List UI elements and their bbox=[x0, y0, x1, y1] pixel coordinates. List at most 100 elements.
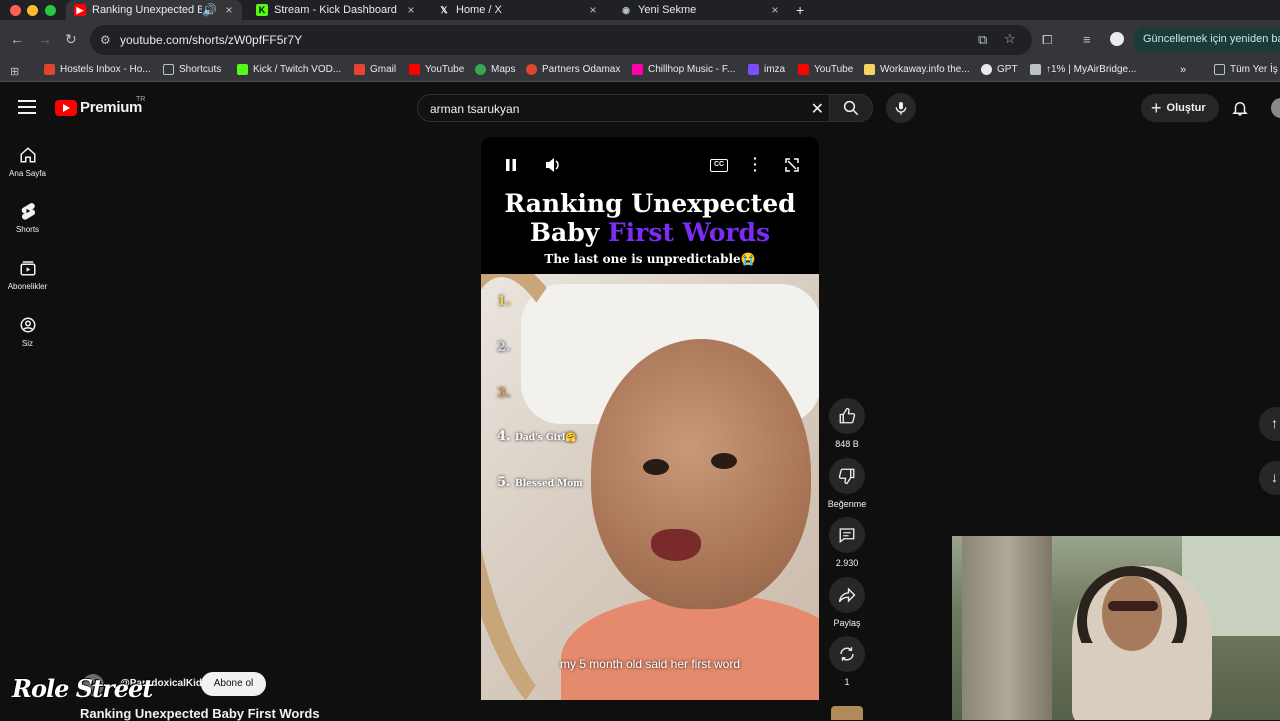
search-query: arman tsarukyan bbox=[430, 102, 520, 116]
rank-number: 1. bbox=[497, 294, 511, 309]
more-bookmarks-icon[interactable]: » bbox=[1180, 64, 1186, 76]
subscribe-button[interactable]: Abone ol bbox=[201, 672, 266, 696]
install-app-icon[interactable]: ⧉ bbox=[978, 32, 987, 48]
volume-icon[interactable] bbox=[544, 157, 562, 173]
bookmark-item[interactable]: Partners Odamax bbox=[526, 64, 620, 75]
folder-icon bbox=[1214, 64, 1225, 75]
search-icon bbox=[843, 100, 859, 116]
rank-2: 2. bbox=[497, 340, 511, 355]
back-icon[interactable]: ← bbox=[10, 31, 24, 47]
site-info-icon[interactable]: ⚙ bbox=[100, 33, 111, 47]
account-avatar[interactable] bbox=[1271, 98, 1280, 118]
video-overlay-subtitle: The last one is unpredictable😭 bbox=[544, 252, 756, 266]
extensions-icon[interactable]: ⧠ bbox=[1042, 32, 1052, 48]
plus-icon: + bbox=[1151, 97, 1162, 118]
tab-title: Yeni Sekme bbox=[638, 4, 697, 16]
bookmark-item[interactable]: YouTube bbox=[409, 64, 464, 75]
video-baby-eye bbox=[711, 453, 737, 469]
thumbs-up-icon bbox=[839, 407, 856, 424]
pause-icon[interactable] bbox=[503, 157, 519, 173]
chrome-favicon-icon: ◉ bbox=[622, 4, 630, 15]
search-input[interactable]: arman tsarukyan ✕ bbox=[417, 94, 835, 122]
home-icon bbox=[20, 147, 35, 163]
tab-title: Stream - Kick Dashboard bbox=[274, 4, 397, 16]
captions-icon[interactable]: CC bbox=[710, 159, 728, 172]
tab-youtube[interactable]: ▶ Ranking Unexpected Baby 🔊 × bbox=[66, 0, 242, 20]
search-button[interactable] bbox=[829, 94, 873, 122]
previous-short-button[interactable]: ↑ bbox=[1259, 407, 1280, 441]
rank-number: 2. bbox=[497, 340, 511, 355]
bookmark-item[interactable]: GPT bbox=[981, 64, 1018, 75]
remix-count: 1 bbox=[844, 677, 850, 687]
tab-new[interactable]: ◉ Yeni Sekme × bbox=[612, 0, 788, 20]
media-control-icon[interactable]: ≡ bbox=[1083, 32, 1091, 47]
tab-kick[interactable]: K Stream - Kick Dashboard × bbox=[248, 0, 424, 20]
sidebar-item-subscriptions[interactable]: Abonelikler bbox=[0, 259, 55, 291]
bookmark-item[interactable]: imza bbox=[748, 64, 785, 75]
tab-close-icon[interactable]: × bbox=[222, 3, 236, 17]
youtube-logo[interactable]: Premium TR bbox=[55, 96, 145, 116]
profile-avatar[interactable] bbox=[1110, 32, 1124, 46]
dislike-button[interactable]: Beğenme bbox=[827, 458, 867, 509]
bookmark-star-icon[interactable]: ☆ bbox=[1004, 31, 1016, 47]
sound-thumbnail[interactable] bbox=[831, 706, 863, 720]
youtube-favicon-icon: ▶ bbox=[74, 4, 86, 16]
bookmark-item[interactable]: Kick / Twitch VOD... bbox=[237, 64, 341, 75]
update-browser-button[interactable]: Güncellemek için yeniden başl bbox=[1133, 27, 1280, 53]
you-icon bbox=[20, 317, 35, 333]
bookmark-item[interactable]: YouTube bbox=[798, 64, 853, 75]
next-short-button[interactable]: ↓ bbox=[1259, 461, 1280, 495]
menu-icon[interactable] bbox=[18, 100, 36, 114]
sidebar-item-label: Siz bbox=[21, 339, 34, 348]
new-tab-button[interactable]: + bbox=[793, 0, 813, 20]
sidebar-item-home[interactable]: Ana Sayfa bbox=[0, 146, 55, 178]
notifications-bell-icon[interactable] bbox=[1231, 99, 1249, 117]
create-button[interactable]: + Oluştur bbox=[1141, 94, 1219, 122]
remix-button[interactable]: 1 bbox=[827, 636, 867, 687]
video-overlay-title: Ranking Unexpected Baby First Words bbox=[481, 189, 819, 247]
clear-search-icon[interactable]: ✕ bbox=[811, 99, 824, 119]
rank-4: 4. Dad's Girl🤗 bbox=[497, 429, 576, 444]
maximize-window-button[interactable] bbox=[45, 5, 56, 16]
forward-icon[interactable]: → bbox=[38, 31, 52, 47]
all-bookmarks-folder[interactable]: Tüm Yer İş bbox=[1214, 64, 1278, 75]
arrow-up-icon: ↑ bbox=[1271, 415, 1278, 431]
like-button[interactable]: 848 B bbox=[827, 398, 867, 449]
microphone-icon bbox=[895, 102, 907, 115]
url-text: youtube.com/shorts/zW0pfFF5r7Y bbox=[120, 33, 303, 47]
apps-grid-icon[interactable]: ⊞ bbox=[10, 65, 19, 78]
shorts-player[interactable]: CC · · · Ranking Unexpected Baby First Wor… bbox=[481, 137, 819, 700]
address-bar[interactable]: ⚙ youtube.com/shorts/zW0pfFF5r7Y ⧉ ☆ bbox=[90, 25, 1032, 55]
speaker-icon[interactable]: 🔊 bbox=[202, 3, 217, 17]
tab-close-icon[interactable]: × bbox=[768, 3, 782, 17]
bookmark-item[interactable]: Maps bbox=[475, 64, 515, 75]
dislike-label: Beğenme bbox=[827, 499, 867, 509]
share-label: Paylaş bbox=[833, 618, 861, 628]
bookmark-item[interactable]: Workaway.info the... bbox=[864, 64, 970, 75]
bookmark-folder[interactable]: Shortcuts bbox=[163, 64, 221, 75]
sidebar-item-you[interactable]: Siz bbox=[0, 316, 55, 348]
tab-close-icon[interactable]: × bbox=[586, 3, 600, 17]
browser-tab-bar: ▶ Ranking Unexpected Baby 🔊 × K Stream -… bbox=[0, 0, 1280, 20]
video-baby-eye bbox=[643, 459, 669, 475]
more-options-icon[interactable]: · · · bbox=[753, 151, 758, 177]
tab-close-icon[interactable]: × bbox=[404, 3, 418, 17]
hostel-icon bbox=[44, 64, 55, 75]
like-count: 848 B bbox=[835, 439, 859, 449]
comments-button[interactable]: 2.930 bbox=[827, 517, 867, 568]
share-button[interactable]: Paylaş bbox=[827, 577, 867, 628]
workaway-icon bbox=[864, 64, 875, 75]
voice-search-button[interactable] bbox=[886, 93, 916, 123]
bookmark-item[interactable]: Hostels Inbox - Ho... bbox=[44, 64, 151, 75]
bookmark-item[interactable]: Chillhop Music - F... bbox=[632, 64, 735, 75]
bookmark-item[interactable]: Gmail bbox=[354, 64, 396, 75]
tab-x[interactable]: 𝕏 Home / X × bbox=[430, 0, 606, 20]
close-window-button[interactable] bbox=[10, 5, 21, 16]
sidebar-item-shorts[interactable]: Shorts bbox=[0, 202, 55, 234]
reload-icon[interactable]: ↻ bbox=[65, 31, 77, 48]
video-title-line1: Ranking Unexpected bbox=[504, 189, 796, 218]
minimize-window-button[interactable] bbox=[27, 5, 38, 16]
fullscreen-icon[interactable] bbox=[784, 157, 800, 173]
role-street-logo: Role Street bbox=[12, 674, 153, 703]
bookmark-item[interactable]: ↑1% | MyAirBridge... bbox=[1030, 64, 1136, 75]
